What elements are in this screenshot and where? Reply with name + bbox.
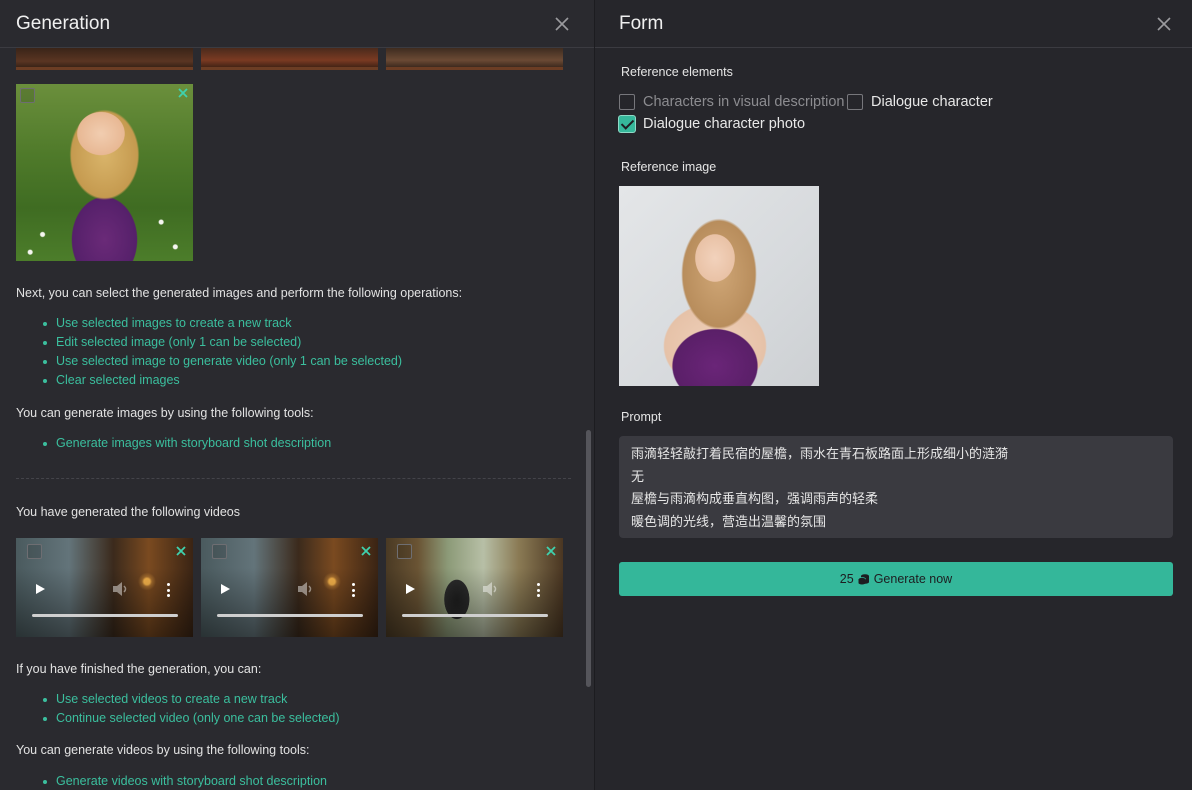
video-controls: [201, 538, 378, 637]
section-divider: [16, 478, 571, 479]
option-dialogue-character-photo[interactable]: Dialogue character photo: [619, 115, 805, 133]
checkbox[interactable]: [619, 116, 635, 132]
close-icon[interactable]: [360, 545, 372, 557]
video-progress-bar[interactable]: [402, 614, 548, 617]
generated-image-thumb[interactable]: [16, 48, 193, 70]
video-select-checkbox[interactable]: [397, 544, 412, 559]
generated-image-thumb[interactable]: [386, 48, 563, 70]
volume-icon[interactable]: [112, 581, 130, 597]
close-icon: [555, 17, 569, 31]
video-ops-list: Use selected videos to create a new trac…: [40, 690, 340, 728]
prompt-line: 无: [631, 469, 645, 485]
create-track-from-videos-link[interactable]: Use selected videos to create a new trac…: [40, 690, 340, 709]
video-controls: [386, 538, 563, 637]
video-tools-list: Generate videos with storyboard shot des…: [40, 772, 327, 790]
close-icon: [1157, 17, 1171, 31]
generated-image-thumb[interactable]: [16, 84, 193, 261]
form-header: Form: [595, 0, 1192, 48]
video-select-checkbox[interactable]: [212, 544, 227, 559]
generation-scrollbar[interactable]: [586, 430, 591, 687]
generated-image-thumb[interactable]: [201, 48, 378, 70]
play-icon[interactable]: [36, 584, 45, 594]
prompt-line: 屋檐与雨滴构成垂直构图，强调雨声的轻柔: [631, 492, 879, 507]
image-select-checkbox[interactable]: [20, 88, 35, 103]
image-ops-list: Use selected images to create a new trac…: [40, 314, 402, 390]
checkbox[interactable]: [847, 94, 863, 110]
form-title: Form: [619, 13, 664, 34]
more-vertical-icon[interactable]: [352, 583, 356, 597]
generate-now-button[interactable]: 25 Generate now: [619, 562, 1173, 596]
prompt-line: 暖色调的光线，营造出温馨的氛围: [631, 514, 827, 530]
prompt-label: Prompt: [621, 410, 662, 424]
reference-image-label: Reference image: [621, 160, 717, 174]
image-tools-list: Generate images with storyboard shot des…: [40, 434, 331, 453]
image-to-video-link[interactable]: Use selected image to generate video (on…: [40, 352, 402, 371]
video-tools-intro: You can generate videos by using the fol…: [16, 743, 310, 757]
edit-image-link[interactable]: Edit selected image (only 1 can be selec…: [40, 333, 402, 352]
option-dialogue-character[interactable]: Dialogue character: [847, 93, 993, 111]
option-label: Dialogue character: [871, 94, 993, 110]
generation-header: Generation: [0, 0, 594, 48]
play-icon[interactable]: [406, 584, 415, 594]
video-thumb[interactable]: [201, 538, 378, 637]
video-thumb[interactable]: [386, 538, 563, 637]
form-close-button[interactable]: [1154, 14, 1174, 34]
more-vertical-icon[interactable]: [537, 583, 541, 597]
continue-video-link[interactable]: Continue selected video (only one can be…: [40, 709, 340, 728]
image-ops-intro: Next, you can select the generated image…: [16, 286, 463, 300]
more-vertical-icon[interactable]: [167, 583, 171, 597]
form-panel: Form Reference elements Characters in vi…: [595, 0, 1192, 790]
reference-elements-label: Reference elements: [621, 65, 733, 79]
generate-images-tool-link[interactable]: Generate images with storyboard shot des…: [40, 434, 331, 453]
volume-icon[interactable]: [482, 581, 500, 597]
generation-panel: Generation Next, you can select the gene…: [0, 0, 594, 790]
play-icon[interactable]: [221, 584, 230, 594]
reference-image[interactable]: [619, 186, 819, 386]
option-characters-in-visual-description[interactable]: Characters in visual description: [619, 93, 844, 111]
video-progress-bar[interactable]: [217, 614, 363, 617]
option-label: Characters in visual description: [643, 94, 845, 110]
clear-images-link[interactable]: Clear selected images: [40, 371, 402, 390]
option-label: Dialogue character photo: [643, 116, 806, 132]
close-icon[interactable]: [545, 545, 557, 557]
create-track-from-images-link[interactable]: Use selected images to create a new trac…: [40, 314, 402, 333]
finish-intro: If you have finished the generation, you…: [16, 662, 262, 676]
generate-label: Generate now: [873, 572, 953, 586]
video-progress-bar[interactable]: [32, 614, 178, 617]
video-controls: [16, 538, 193, 637]
generation-close-button[interactable]: [552, 14, 572, 34]
video-thumb[interactable]: [16, 538, 193, 637]
prompt-textarea[interactable]: 雨滴轻轻敲打着民宿的屋檐，雨水在青石板路面上形成细小的涟漪 无 屋檐与雨滴构成垂…: [619, 436, 1173, 538]
close-icon[interactable]: [177, 87, 189, 99]
generate-cost: 25: [839, 572, 854, 586]
generate-videos-tool-link[interactable]: Generate videos with storyboard shot des…: [40, 772, 327, 790]
coins-icon: [857, 574, 869, 585]
volume-icon[interactable]: [297, 581, 315, 597]
checkbox[interactable]: [619, 94, 635, 110]
close-icon[interactable]: [175, 545, 187, 557]
generation-title: Generation: [16, 13, 111, 34]
videos-intro: You have generated the following videos: [16, 505, 241, 519]
image-tools-intro: You can generate images by using the fol…: [16, 406, 314, 420]
prompt-line: 雨滴轻轻敲打着民宿的屋檐，雨水在青石板路面上形成细小的涟漪: [631, 447, 1009, 462]
video-select-checkbox[interactable]: [27, 544, 42, 559]
